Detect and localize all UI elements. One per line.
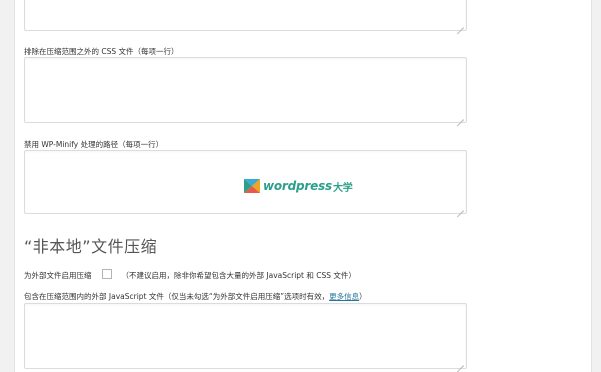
resize-handle-icon[interactable] (457, 113, 464, 120)
css-exclude-textarea[interactable] (24, 57, 467, 123)
external-js-textarea[interactable] (24, 303, 467, 369)
external-option-label: 为外部文件启用压缩 (24, 271, 92, 280)
external-option-hint: （不建议启用，除非你希望包含大量的外部 JavaScript 和 CSS 文件） (121, 271, 356, 280)
external-js-label-end: ） (359, 292, 367, 301)
external-js-label: 包含在压缩范围内的外部 JavaScript 文件（仅当未勾选“为外部文件启用压… (24, 292, 330, 301)
external-js-label-row: 包含在压缩范围内的外部 JavaScript 文件（仅当未勾选“为外部文件启用压… (24, 291, 367, 302)
wordpress-daxue-logo-icon (244, 179, 260, 193)
resize-handle-icon[interactable] (457, 204, 464, 211)
resize-handle-icon[interactable] (457, 21, 464, 28)
resize-handle-icon[interactable] (457, 359, 464, 366)
disable-paths-label: 禁用 WP-Minify 处理的路径（每项一行） (24, 140, 164, 149)
more-info-link[interactable]: 更多信息 (329, 292, 359, 301)
previous-textarea[interactable] (24, 0, 467, 31)
watermark-text: wordpress (263, 179, 332, 193)
watermark: wordpress 大学 (244, 178, 353, 194)
section-title: “非本地”文件压缩 (24, 237, 158, 256)
css-exclude-label: 排除在压缩范围之外的 CSS 文件（每项一行） (24, 47, 179, 56)
external-option-row: 为外部文件启用压缩 （不建议启用，除非你希望包含大量的外部 JavaScript … (24, 269, 356, 281)
external-option-checkbox[interactable] (101, 269, 112, 279)
watermark-suffix: 大学 (332, 182, 353, 194)
